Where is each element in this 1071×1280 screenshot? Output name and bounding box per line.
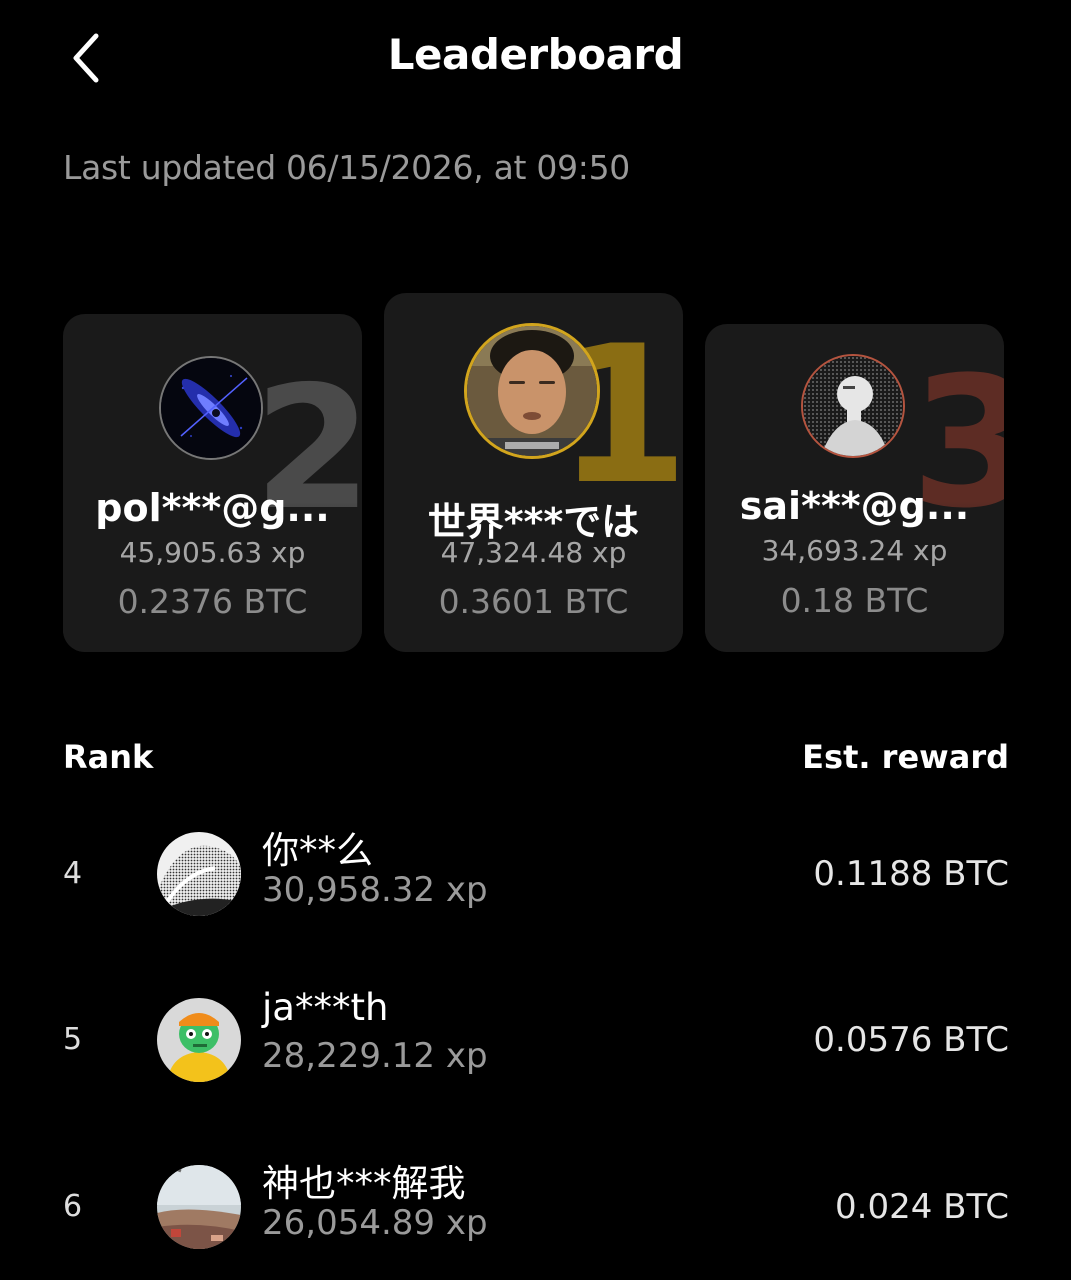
- header: Leaderboard: [0, 0, 1071, 116]
- row-xp: 26,054.89 xp: [262, 1203, 488, 1243]
- row-name: 神也***解我: [262, 1162, 466, 1205]
- avatar: [157, 998, 241, 1082]
- row-rank: 4: [63, 856, 83, 891]
- podium-card-2nd[interactable]: 2 pol***@g... 45,905.63 xp 0.2376 BTC: [63, 314, 362, 652]
- podium-reward: 0.3601 BTC: [438, 582, 629, 621]
- avatar: [157, 832, 241, 916]
- row-rank: 5: [63, 1022, 83, 1057]
- row-name: ja***th: [262, 986, 389, 1029]
- podium-name: sai***@g...: [739, 484, 970, 528]
- rank-column-header: Rank: [63, 738, 154, 776]
- row-reward: 0.024 BTC: [835, 1187, 1009, 1227]
- page-title: Leaderboard: [387, 30, 684, 79]
- avatar: [157, 1165, 241, 1249]
- row-xp: 28,229.12 xp: [262, 1036, 488, 1076]
- podium-xp: 34,693.24 xp: [761, 534, 948, 567]
- row-reward: 0.1188 BTC: [813, 854, 1009, 894]
- row-xp: 30,958.32 xp: [262, 870, 488, 910]
- podium-name: pol***@g...: [95, 486, 330, 530]
- row-reward: 0.0576 BTC: [813, 1020, 1009, 1060]
- podium-reward: 0.2376 BTC: [117, 582, 308, 621]
- podium-reward: 0.18 BTC: [780, 581, 929, 620]
- podium-xp: 45,905.63 xp: [119, 536, 306, 569]
- leaderboard-screen: Leaderboard Last updated 06/15/2026, at …: [0, 0, 1071, 1280]
- last-updated-text: Last updated 06/15/2026, at 09:50: [63, 148, 630, 187]
- reward-column-header: Est. reward: [802, 738, 1009, 776]
- podium-xp: 47,324.48 xp: [440, 536, 627, 569]
- podium-card-1st[interactable]: 1 世界***では 47,324.48 xp 0.3601 BTC: [384, 293, 683, 652]
- table-row[interactable]: 5 ja***th 28,229.12 xp 0.0576 BTC: [0, 986, 1071, 1096]
- avatar: [159, 356, 263, 460]
- podium-card-3rd[interactable]: 3 sai***@g... 34,693.24 xp 0.18 BTC: [705, 324, 1004, 652]
- table-row[interactable]: 4 你**么 30,958.32 xp 0.1188 BTC: [0, 820, 1071, 930]
- avatar: [801, 354, 905, 458]
- avatar: [464, 323, 600, 459]
- row-name: 你**么: [262, 829, 373, 872]
- row-rank: 6: [63, 1189, 83, 1224]
- table-row[interactable]: 6 神也***解我 26,054.89 xp 0.024 BTC: [0, 1153, 1071, 1263]
